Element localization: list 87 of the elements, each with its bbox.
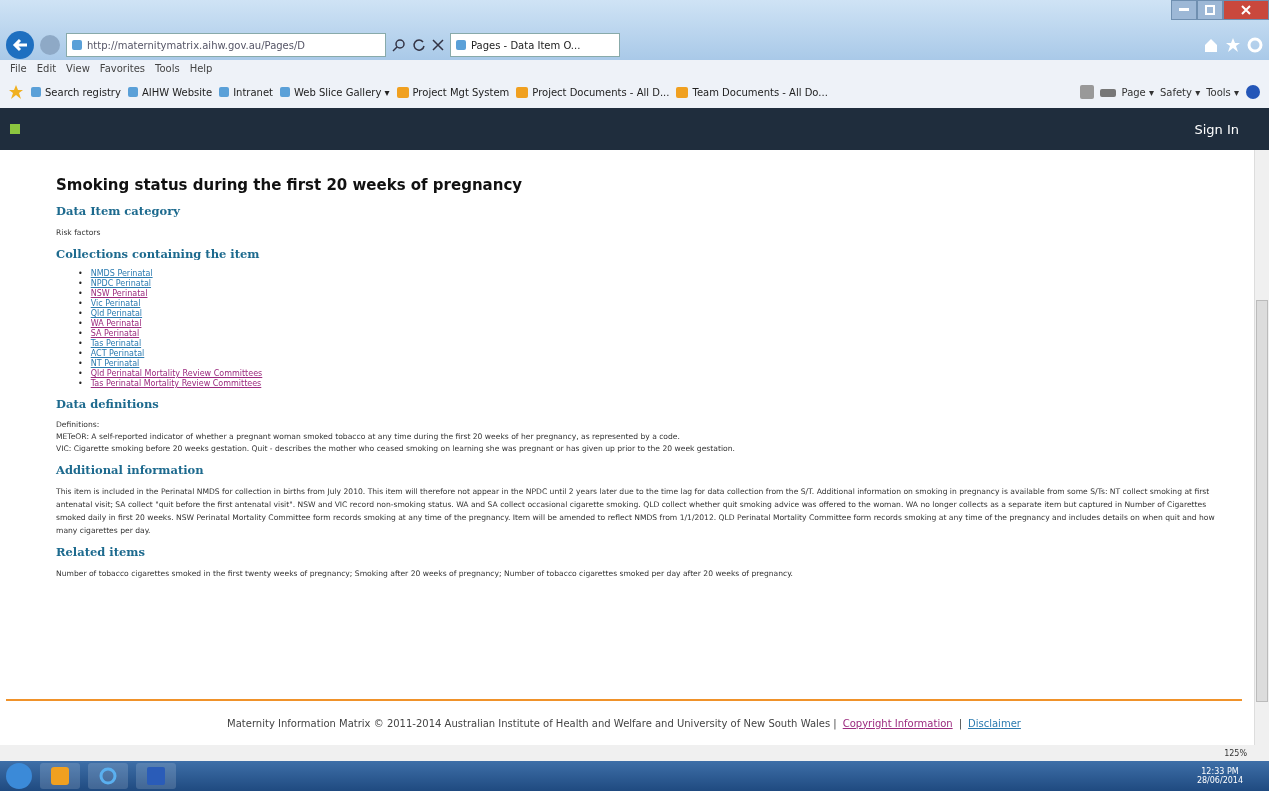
browser-tab[interactable]: Pages - Data Item O... <box>450 33 620 57</box>
section-heading: Collections containing the item <box>56 247 261 261</box>
collection-link[interactable]: Qld Perinatal Mortality Review Committees <box>90 369 263 379</box>
list-bullet: • <box>78 359 83 369</box>
menu-item[interactable]: Edit <box>36 62 57 74</box>
menu-item[interactable]: View <box>66 62 90 74</box>
footer-link[interactable]: Copyright Information <box>842 717 953 729</box>
favorite-link[interactable]: Team Documents - All Do... <box>675 85 828 99</box>
copyright-text: Maternity Information Matrix © 2011-2014 Australian Institute of Health and Welfare and University of New South Wales | <box>227 717 837 729</box>
collection-link[interactable]: ACT Perinatal <box>90 349 145 359</box>
minimize-button[interactable] <box>1171 0 1197 20</box>
list-bullet: • <box>78 289 83 299</box>
favorites-star-icon[interactable] <box>8 84 24 100</box>
sign-in-link[interactable]: Sign In <box>1194 121 1239 137</box>
command-menu[interactable]: Page ▾ <box>1121 86 1154 98</box>
list-bullet: • <box>78 299 83 309</box>
clock-date: 28/06/2014 <box>1196 776 1243 785</box>
collection-link[interactable]: Tas Perinatal Mortality Review Committees <box>90 379 262 389</box>
forward-button[interactable] <box>40 35 60 55</box>
restore-icon <box>1205 5 1215 15</box>
collection-link[interactable]: NSW Perinatal <box>90 289 148 299</box>
command-menu[interactable]: Tools ▾ <box>1206 86 1239 98</box>
favorite-link[interactable]: Search registry <box>30 86 121 98</box>
section-heading: Related items <box>56 545 146 559</box>
favorite-link[interactable]: Intranet <box>218 86 273 98</box>
command-menu[interactable]: Safety ▾ <box>1159 86 1201 98</box>
close-button[interactable] <box>1223 0 1269 20</box>
list-bullet: • <box>78 329 83 339</box>
list-bullet: • <box>78 269 83 279</box>
scroll-thumb[interactable] <box>1256 300 1268 702</box>
separator-text: | <box>958 717 962 729</box>
section-heading: Data Item category <box>56 204 181 218</box>
collection-link[interactable]: NT Perinatal <box>90 359 140 369</box>
list-bullet: • <box>78 349 83 359</box>
clock-time: 12:33 PM <box>1201 767 1239 776</box>
taskbar-app[interactable] <box>40 763 80 789</box>
collection-link[interactable]: Tas Perinatal <box>90 339 142 349</box>
list-bullet: • <box>78 319 83 329</box>
collection-link[interactable]: SA Perinatal <box>90 329 140 339</box>
page-title: Smoking status during the first 20 weeks of pregnancy <box>56 176 524 194</box>
menu-item[interactable]: Favorites <box>99 62 145 74</box>
star-icon[interactable] <box>1225 37 1241 53</box>
page-icon <box>218 86 231 98</box>
folder-icon <box>515 85 530 99</box>
list-bullet: • <box>78 279 83 289</box>
page-icon <box>455 39 467 51</box>
start-button[interactable] <box>6 763 32 789</box>
favorite-link[interactable]: Web Slice Gallery ▾ <box>279 86 390 98</box>
restore-button[interactable] <box>1197 0 1223 20</box>
list-bullet: • <box>78 379 83 389</box>
home-icon[interactable] <box>1203 37 1219 53</box>
taskbar-app[interactable] <box>136 763 176 789</box>
page-icon <box>30 86 42 98</box>
menu-item[interactable]: Help <box>189 62 213 74</box>
close-icon <box>1241 5 1251 15</box>
collection-link[interactable]: NPDC Perinatal <box>90 279 152 289</box>
favorite-link[interactable]: Project Documents - All D... <box>515 85 670 99</box>
page-icon <box>279 86 291 98</box>
menu-item[interactable]: Tools <box>155 62 180 74</box>
section-heading: Data definitions <box>56 397 160 411</box>
favorite-link[interactable]: Project Mgt System <box>395 85 510 99</box>
back-button[interactable] <box>6 31 34 59</box>
list-bullet: • <box>78 339 83 349</box>
folder-icon <box>675 85 690 99</box>
section-heading: Additional information <box>56 463 205 477</box>
menu-item[interactable]: File <box>10 62 27 74</box>
taskbar-app[interactable] <box>88 763 128 789</box>
stop-icon[interactable] <box>432 39 444 51</box>
list-bullet: • <box>78 369 83 379</box>
collection-link[interactable]: Qld Perinatal <box>90 309 143 319</box>
minimize-icon <box>1179 8 1189 12</box>
favorite-link[interactable]: AIHW Website <box>126 86 213 98</box>
site-logo-icon <box>10 124 20 134</box>
page-icon <box>71 39 83 51</box>
folder-icon <box>395 85 410 99</box>
refresh-icon[interactable] <box>412 38 426 52</box>
list-bullet: • <box>78 309 83 319</box>
collection-link[interactable]: NMDS Perinatal <box>90 269 153 279</box>
page-icon <box>126 86 139 98</box>
search-icon[interactable] <box>392 38 406 52</box>
back-arrow-icon <box>12 38 28 52</box>
collection-link[interactable]: WA Perinatal <box>90 319 142 329</box>
collection-link[interactable]: Vic Perinatal <box>90 299 141 309</box>
address-field[interactable]: http://maternitymatrix.aihw.gov.au/Pages/D <box>66 33 386 57</box>
zoom-level[interactable]: 125% <box>1224 748 1247 758</box>
footer-link[interactable]: Disclaimer <box>968 717 1021 729</box>
scrollbar[interactable] <box>1254 150 1269 745</box>
